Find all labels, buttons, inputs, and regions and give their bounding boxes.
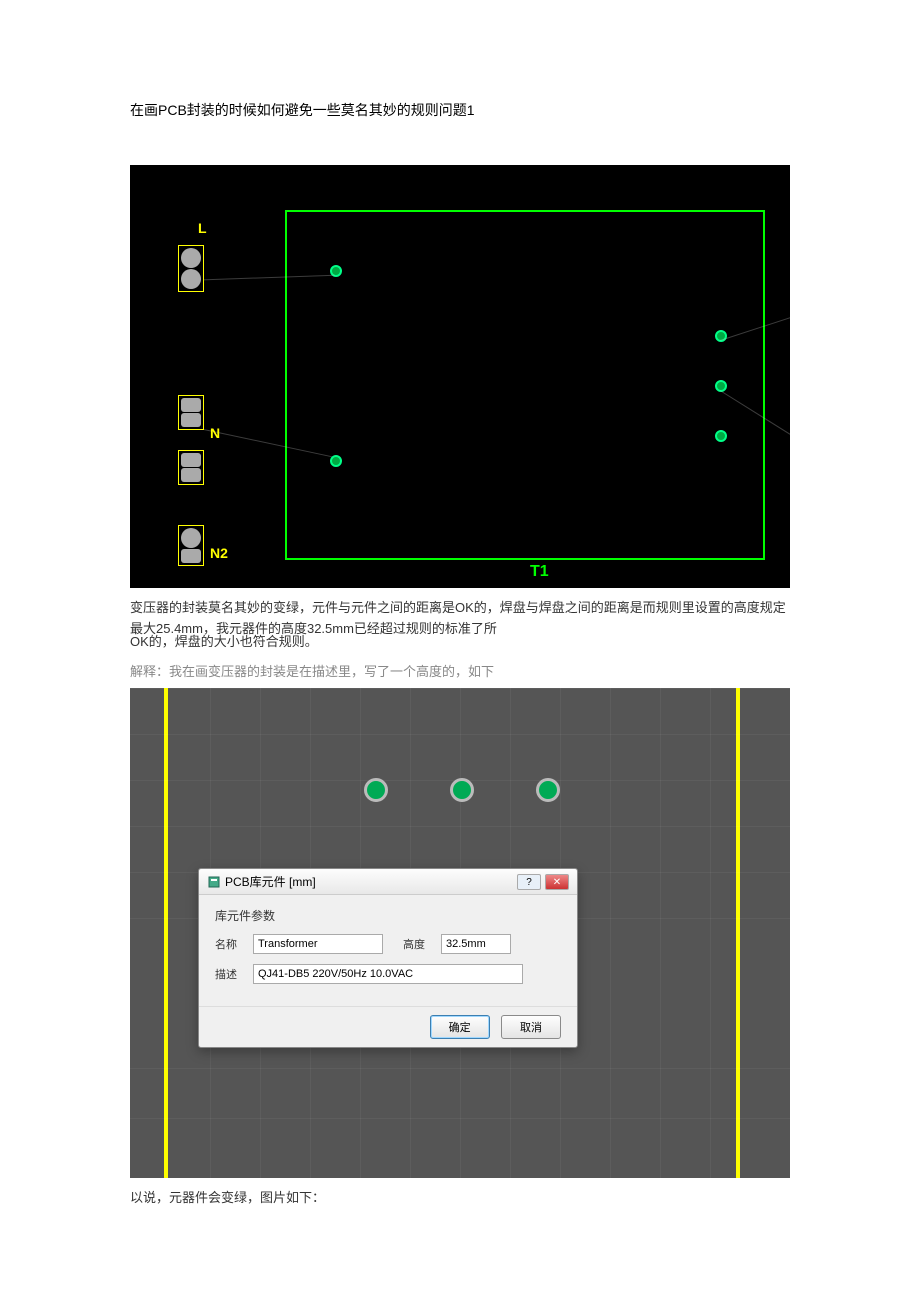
- pad-N2: [178, 525, 204, 566]
- desc-input[interactable]: [253, 964, 523, 984]
- footprint-pad: [364, 778, 388, 802]
- page-title: 在画PCB封装的时候如何避免一些莫名其妙的规则问题1: [130, 100, 790, 120]
- body-paragraph-2: 解释：我在画变压器的封装是在描述里，写了一个高度的，如下: [130, 662, 790, 683]
- close-button[interactable]: ✕: [545, 874, 569, 890]
- dialog-title-text: PCB库元件 [mm]: [225, 873, 316, 890]
- app-icon: [207, 875, 221, 889]
- transformer-outline: [285, 210, 765, 560]
- cancel-button[interactable]: 取消: [501, 1015, 561, 1039]
- pad-L: [178, 245, 204, 292]
- pad-N-2: [178, 450, 204, 485]
- pad-N: [178, 395, 204, 430]
- pad-label-N: N: [210, 425, 220, 441]
- pad-label-N2: N2: [210, 545, 228, 561]
- name-input[interactable]: [253, 934, 383, 954]
- t1-designator: T1: [530, 563, 549, 581]
- pcb-lib-component-dialog: PCB库元件 [mm] ? ✕ 库元件参数 名称 高度 描述: [198, 868, 578, 1048]
- pcb-view-dialog: /* simple static */: [130, 688, 790, 1178]
- pad-label-L: L: [198, 220, 207, 236]
- footprint-pad: [450, 778, 474, 802]
- desc-label: 描述: [215, 966, 245, 982]
- section-label: 库元件参数: [215, 907, 561, 924]
- dialog-titlebar[interactable]: PCB库元件 [mm] ? ✕: [199, 869, 577, 895]
- footprint-pad: [536, 778, 560, 802]
- green-pad: [715, 430, 727, 442]
- ok-button[interactable]: 确定: [430, 1015, 490, 1039]
- height-label: 高度: [403, 936, 433, 952]
- grid-line: [610, 688, 611, 1178]
- height-input[interactable]: [441, 934, 511, 954]
- name-label: 名称: [215, 936, 245, 952]
- green-pad: [330, 455, 342, 467]
- grid-line: [660, 688, 661, 1178]
- board-outline-left: [164, 688, 168, 1178]
- help-button[interactable]: ?: [517, 874, 541, 890]
- board-outline-right: [736, 688, 740, 1178]
- grid-line: [710, 688, 711, 1178]
- body-paragraph-3: 以说，元器件会变绿，图片如下：: [130, 1188, 790, 1209]
- pcb-view-top: L N N2 T1: [130, 165, 790, 588]
